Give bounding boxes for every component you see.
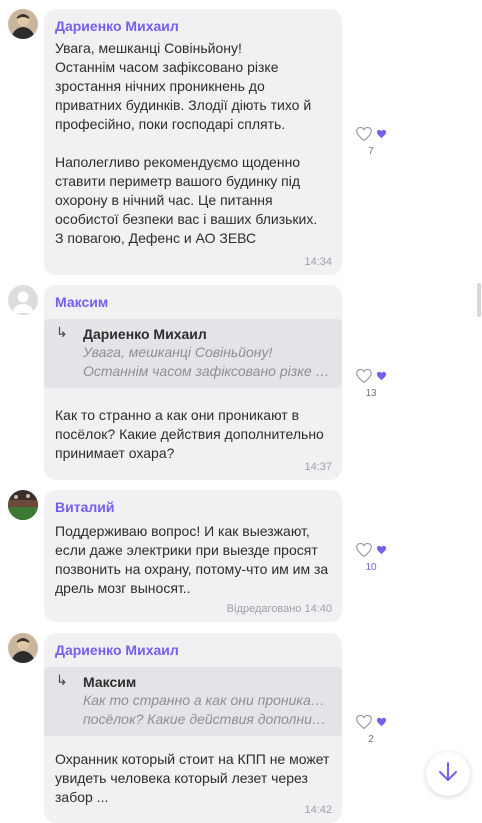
like-count: 13 bbox=[365, 388, 377, 399]
avatar[interactable] bbox=[8, 9, 38, 39]
heart-icon[interactable] bbox=[355, 368, 373, 384]
reactions: 7 bbox=[350, 124, 392, 157]
like-count: 2 bbox=[368, 734, 374, 745]
message-bubble: Дариенко Михаил Увага, мешканці Совіньйо… bbox=[44, 9, 342, 275]
reactions: 13 bbox=[350, 366, 392, 399]
author-name[interactable]: Виталий bbox=[55, 498, 330, 516]
timestamp: 14:37 bbox=[304, 461, 332, 473]
reply-text-line: Как то странно а как они проникают в bbox=[83, 692, 332, 708]
reply-quote[interactable]: ↳ Максим Как то странно а как они проник… bbox=[44, 667, 342, 736]
message-bubble: Виталий Поддерживаю вопрос! И как выезжа… bbox=[44, 490, 342, 622]
like-count: 10 bbox=[365, 562, 377, 573]
author-name[interactable]: Максим bbox=[55, 293, 330, 311]
author-name[interactable]: Дариенко Михаил bbox=[55, 641, 330, 659]
reply-quote[interactable]: ↳ Дариенко Михаил Увага, мешканці Совінь… bbox=[44, 319, 342, 388]
scroll-down-button[interactable] bbox=[426, 752, 470, 796]
reply-text-line: Увага, мешканці Совіньйону! bbox=[83, 344, 273, 360]
timestamp: Відредаговано 14:40 bbox=[226, 603, 332, 615]
avatar[interactable] bbox=[8, 633, 38, 663]
reply-arrow-icon: ↳ bbox=[56, 672, 68, 688]
message-bubble: Дариенко Михаил ↳ Максим Как то странно … bbox=[44, 633, 342, 823]
message-text: Охранник который стоит на КПП не может у… bbox=[55, 751, 334, 805]
heart-filled-icon[interactable] bbox=[376, 371, 387, 381]
reply-text-line: посёлок? Какие действия дополнительно пр… bbox=[83, 711, 332, 727]
heart-icon[interactable] bbox=[355, 126, 373, 142]
message-text: Увага, мешканці Совіньйону! Останнім час… bbox=[55, 40, 318, 246]
arrow-down-icon bbox=[438, 761, 458, 788]
timestamp: 14:42 bbox=[304, 804, 332, 816]
reactions: 2 bbox=[350, 712, 392, 745]
heart-filled-icon[interactable] bbox=[376, 717, 387, 727]
reactions: 10 bbox=[350, 540, 392, 573]
reply-text-line: Останнім часом зафіксовано різке зростан… bbox=[83, 363, 332, 379]
like-count: 7 bbox=[368, 146, 374, 157]
heart-filled-icon[interactable] bbox=[376, 129, 387, 139]
reply-author: Дариенко Михаил bbox=[83, 326, 207, 342]
author-name[interactable]: Дариенко Михаил bbox=[55, 17, 330, 35]
avatar[interactable] bbox=[8, 285, 38, 315]
reply-arrow-icon: ↳ bbox=[56, 324, 68, 340]
message-text: Как то странно а как они проникают в пос… bbox=[55, 407, 328, 461]
heart-icon[interactable] bbox=[355, 714, 373, 730]
heart-icon[interactable] bbox=[355, 542, 373, 558]
avatar[interactable] bbox=[8, 490, 38, 520]
timestamp: 14:34 bbox=[304, 256, 332, 268]
message-bubble: Максим ↳ Дариенко Михаил Увага, мешканці… bbox=[44, 285, 342, 480]
scrollbar-thumb[interactable] bbox=[477, 283, 481, 317]
message-text: Поддерживаю вопрос! И как выезжают, если… bbox=[55, 523, 333, 596]
reply-author: Максим bbox=[83, 674, 137, 690]
heart-filled-icon[interactable] bbox=[376, 545, 387, 555]
